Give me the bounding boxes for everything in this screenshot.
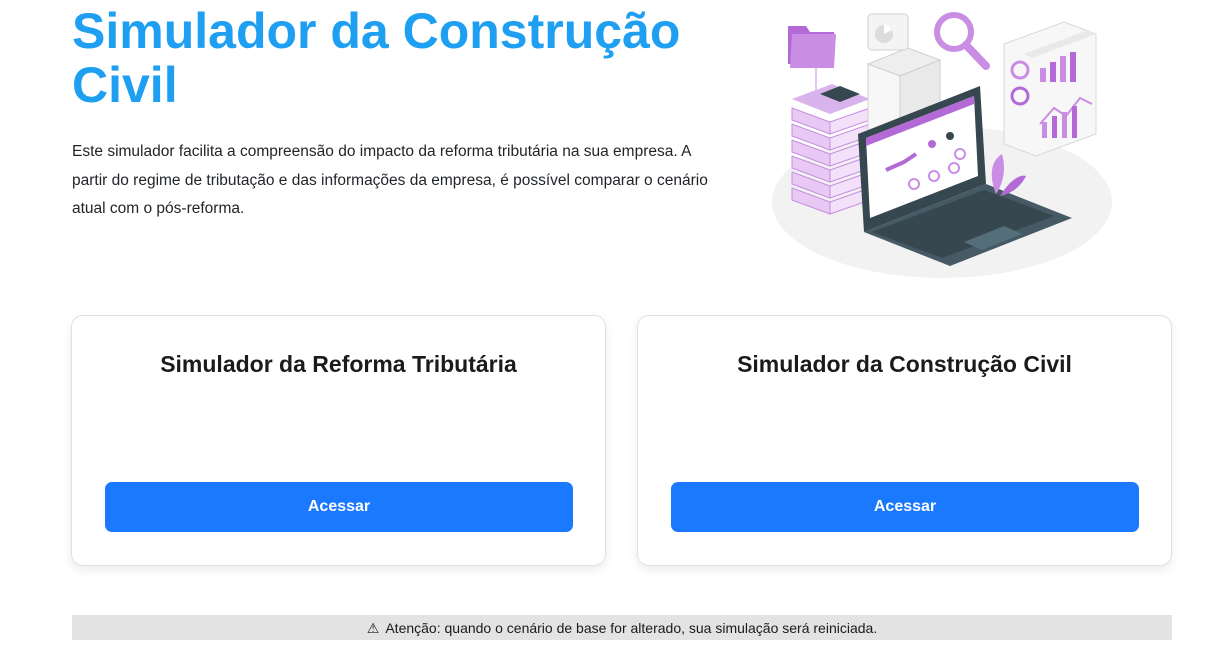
construcao-civil-card: Simulador da Construção Civil Acessar xyxy=(637,315,1172,566)
reforma-tributaria-card: Simulador da Reforma Tributária Acessar xyxy=(71,315,606,566)
card-title: Simulador da Construção Civil xyxy=(737,351,1072,377)
access-reforma-button[interactable]: Acessar xyxy=(105,482,573,532)
page-title: Simulador da Construção Civil xyxy=(72,3,681,113)
page: Simulador da Construção Civil Este simul… xyxy=(0,0,1226,666)
access-construcao-button[interactable]: Acessar xyxy=(671,482,1139,532)
card-title: Simulador da Reforma Tributária xyxy=(160,351,517,377)
warning-icon: ⚠ xyxy=(366,619,380,636)
warning-banner: ⚠ Atenção: quando o cenário de base for … xyxy=(72,615,1172,640)
page-description: Este simulador facilita a compreensão do… xyxy=(72,143,708,217)
analytics-illustration xyxy=(772,12,1112,278)
dashboard-panels xyxy=(1003,21,1097,157)
magnifier-icon xyxy=(934,12,990,70)
server-icon xyxy=(791,84,871,215)
pie-chart-icon xyxy=(867,13,909,51)
warning-text: Atenção: quando o cenário de base for al… xyxy=(385,619,878,636)
